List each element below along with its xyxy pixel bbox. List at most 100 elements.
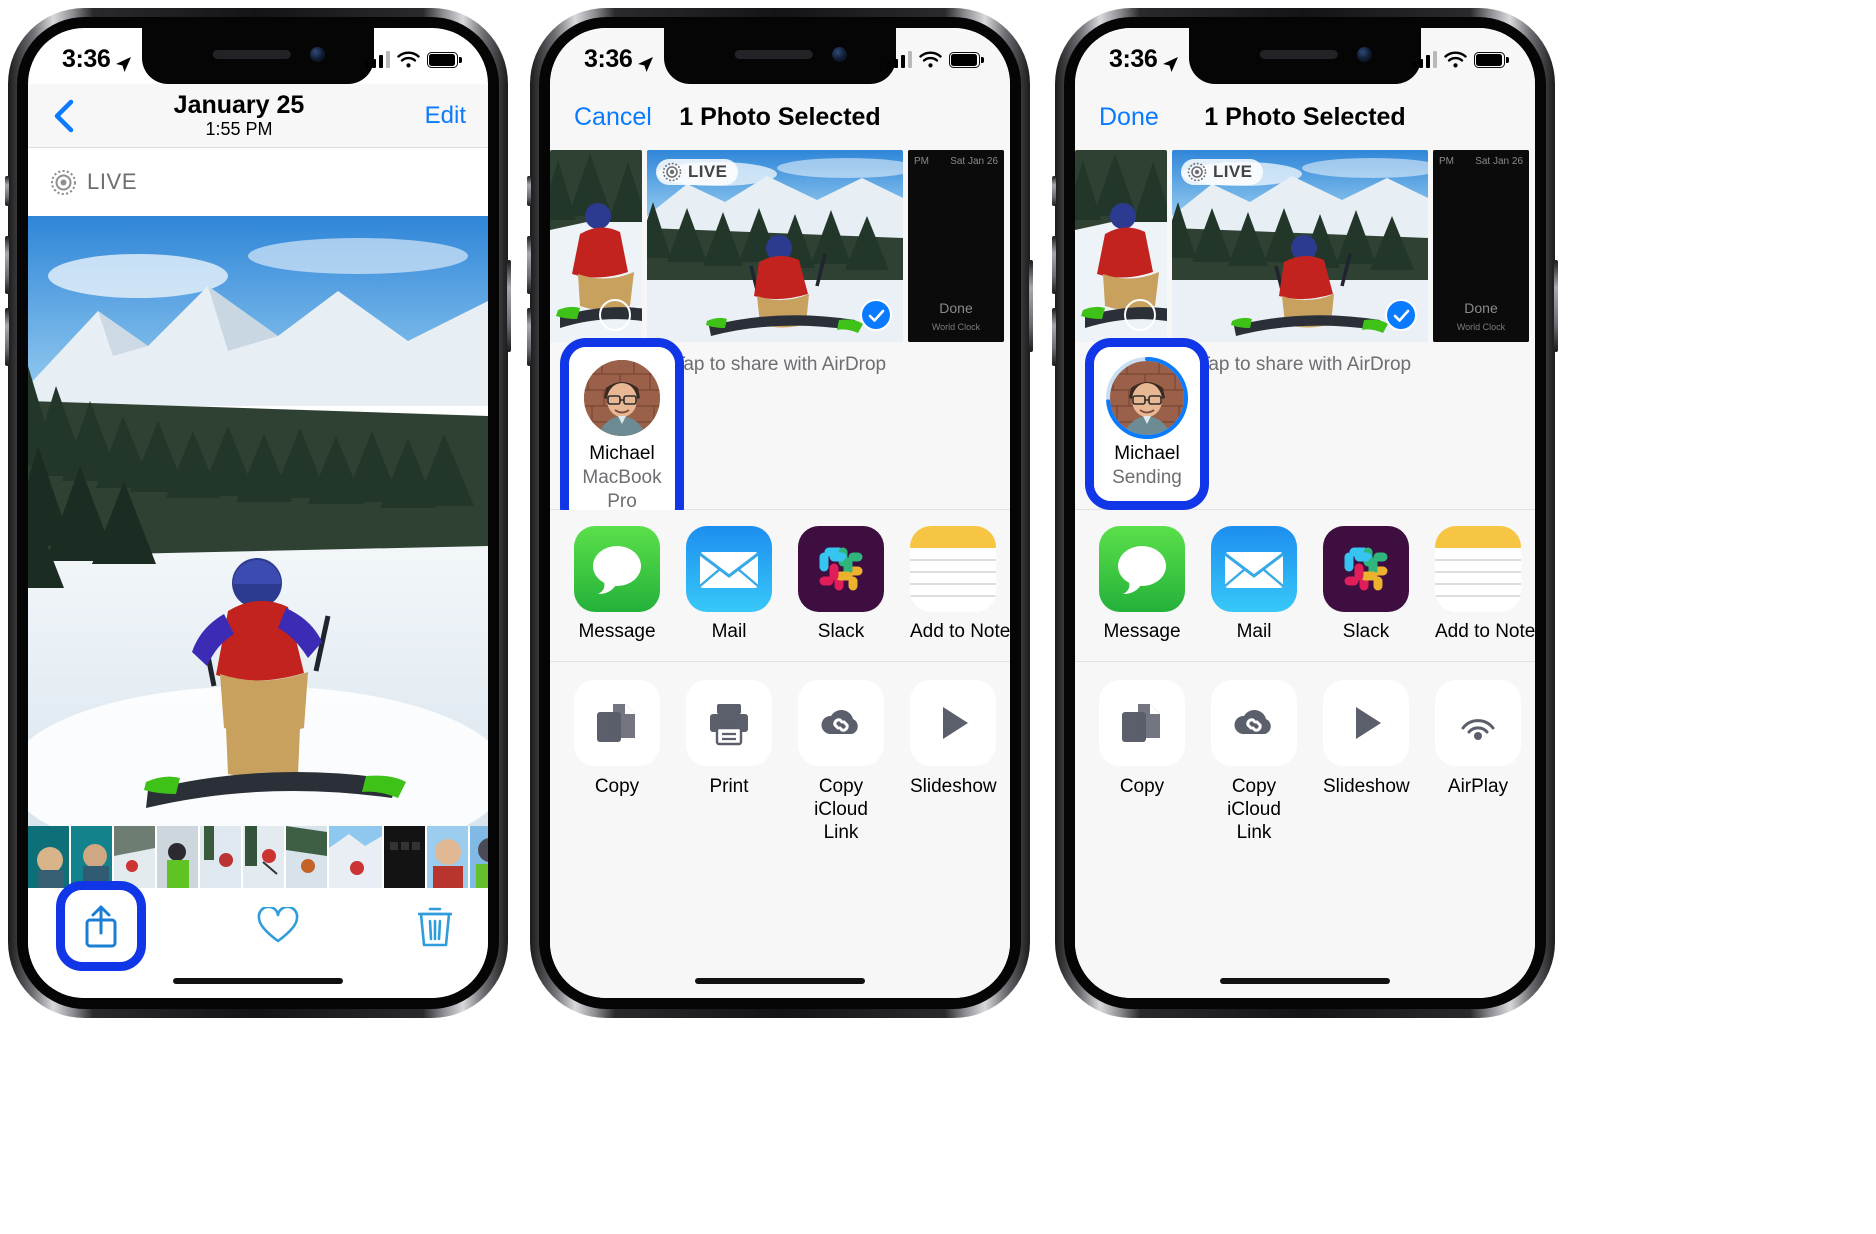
share-action-copy-icloud-link[interactable]: Copy iCloud Link <box>1211 662 1297 998</box>
earpiece-speaker <box>1259 50 1338 59</box>
filmstrip-thumb[interactable] <box>200 826 241 888</box>
clock-time: 3:36 <box>62 44 111 73</box>
clock-done-label: Done <box>939 300 973 316</box>
live-photo-badge-label: LIVE <box>688 162 728 181</box>
mute-switch[interactable] <box>5 176 9 206</box>
photo-select-toggle-selected[interactable] <box>1385 299 1417 331</box>
share-actions-row[interactable]: Copy Copy iCloud Link Slideshow AirPlay <box>1075 662 1535 998</box>
back-button[interactable] <box>50 99 76 133</box>
airdrop-contact-card[interactable]: Michael MacBook Pro <box>569 347 675 525</box>
clock-date-label: Sat Jan 26 <box>950 156 998 167</box>
filmstrip-thumb[interactable] <box>28 826 69 888</box>
power-button[interactable] <box>507 260 511 352</box>
share-sheet: Cancel 1 Photo Selected LIVE PM Sat Jan … <box>550 28 1010 998</box>
live-photo-indicator[interactable]: LIVE <box>28 148 488 216</box>
photo-preview-left[interactable] <box>550 150 642 342</box>
volume-down-button[interactable] <box>5 308 9 366</box>
share-action-print[interactable]: Print <box>686 662 772 998</box>
done-button[interactable]: Done <box>1099 103 1159 132</box>
share-app-slack[interactable]: Slack <box>1323 510 1409 661</box>
power-button[interactable] <box>1029 260 1033 352</box>
photo-select-toggle[interactable] <box>1124 299 1156 331</box>
volume-up-button[interactable] <box>5 236 9 294</box>
airdrop-contact[interactable]: Michael MacBook Pro <box>560 338 684 534</box>
filmstrip-thumb[interactable] <box>243 826 284 888</box>
printer-icon <box>686 680 772 766</box>
mail-app-icon <box>686 526 772 612</box>
share-action-label: Slideshow <box>910 776 997 797</box>
photo-preview-right-clock[interactable]: PM Sat Jan 26 Done World Clock <box>908 150 1004 342</box>
volume-up-button[interactable] <box>1052 236 1056 294</box>
volume-down-button[interactable] <box>527 308 531 366</box>
icloud-link-icon <box>1211 680 1297 766</box>
mute-switch[interactable] <box>527 176 531 206</box>
location-arrow-icon <box>115 51 132 72</box>
filmstrip-thumb[interactable] <box>384 826 425 888</box>
filmstrip-thumb[interactable] <box>114 826 155 888</box>
share-app-mail[interactable]: Mail <box>1211 510 1297 661</box>
share-action-copy[interactable]: Copy <box>574 662 660 998</box>
share-app-label: Slack <box>817 621 865 642</box>
share-action-label: Print <box>709 776 749 797</box>
filmstrip-thumb[interactable] <box>71 826 112 888</box>
home-indicator[interactable] <box>1220 978 1390 984</box>
photo-preview-left[interactable] <box>1075 150 1167 342</box>
phone-2-share-sheet: Cancel 1 Photo Selected LIVE PM Sat Jan … <box>527 8 1033 1018</box>
edit-button[interactable]: Edit <box>402 102 466 130</box>
live-photo-icon <box>1187 162 1207 182</box>
volume-down-button[interactable] <box>1052 308 1056 366</box>
phone-2-screen: Cancel 1 Photo Selected LIVE PM Sat Jan … <box>550 28 1010 998</box>
home-indicator[interactable] <box>695 978 865 984</box>
airdrop-contact-status: MacBook Pro <box>582 466 662 512</box>
share-app-notes[interactable]: Add to Notes <box>910 510 1010 661</box>
share-action-airplay[interactable]: AirPlay <box>1435 662 1521 998</box>
photo-date-header: January 25 1:55 PM <box>76 92 402 139</box>
phone-notch <box>1189 28 1421 84</box>
home-indicator[interactable] <box>173 978 343 984</box>
share-app-label: Add to Notes <box>910 621 1010 642</box>
photo-hero-image[interactable] <box>28 216 488 826</box>
copy-icon <box>1099 680 1185 766</box>
wifi-icon <box>397 51 420 68</box>
share-app-mail[interactable]: Mail <box>686 510 772 661</box>
avatar-photo <box>584 360 660 436</box>
share-action-slideshow[interactable]: Slideshow <box>1323 662 1410 998</box>
share-actions-row[interactable]: Copy Print Copy iCloud Link Slideshow <box>550 662 1010 998</box>
share-app-slack[interactable]: Slack <box>798 510 884 661</box>
cancel-button[interactable]: Cancel <box>574 103 652 132</box>
share-app-notes[interactable]: Add to Notes <box>1435 510 1535 661</box>
phone-3-screen: Done 1 Photo Selected LIVE PM Sat Jan 26… <box>1075 28 1535 998</box>
photo-preview-center[interactable]: LIVE <box>647 150 903 342</box>
favorite-button[interactable] <box>257 905 299 945</box>
share-apps-row[interactable]: Message Mail Slack Add to Notes <box>550 510 1010 662</box>
share-action-copy[interactable]: Copy <box>1099 662 1185 998</box>
airdrop-contact[interactable]: Michael Sending <box>1085 338 1209 510</box>
share-sheet-navbar: Cancel 1 Photo Selected <box>550 84 1010 150</box>
photo-filmstrip[interactable] <box>28 826 488 888</box>
photo-select-toggle-selected[interactable] <box>860 299 892 331</box>
share-apps-row[interactable]: Message Mail Slack Add to Notes <box>1075 510 1535 662</box>
airdrop-contact-card[interactable]: Michael Sending <box>1094 347 1200 501</box>
earpiece-speaker <box>212 50 291 59</box>
share-app-message[interactable]: Message <box>1099 510 1185 661</box>
share-action-copy-icloud-link[interactable]: Copy iCloud Link <box>798 662 884 998</box>
filmstrip-thumb[interactable] <box>470 826 488 888</box>
photo-select-toggle[interactable] <box>599 299 631 331</box>
filmstrip-thumb[interactable] <box>427 826 468 888</box>
share-app-label: Message <box>578 621 656 642</box>
world-clock-screenshot: PM Sat Jan 26 Done World Clock <box>908 150 1004 342</box>
share-app-message[interactable]: Message <box>574 510 660 661</box>
delete-button[interactable] <box>416 905 454 947</box>
share-action-slideshow[interactable]: Slideshow <box>910 662 997 998</box>
share-button[interactable] <box>56 881 146 971</box>
photo-preview-center[interactable]: LIVE <box>1172 150 1428 342</box>
live-photo-badge-label: LIVE <box>1213 162 1253 181</box>
filmstrip-thumb[interactable] <box>329 826 382 888</box>
volume-up-button[interactable] <box>527 236 531 294</box>
filmstrip-thumb[interactable] <box>157 826 198 888</box>
photo-preview-right-clock[interactable]: PM Sat Jan 26 Done World Clock <box>1433 150 1529 342</box>
messages-app-icon <box>1099 526 1185 612</box>
power-button[interactable] <box>1554 260 1558 352</box>
mute-switch[interactable] <box>1052 176 1056 206</box>
filmstrip-thumb[interactable] <box>286 826 327 888</box>
